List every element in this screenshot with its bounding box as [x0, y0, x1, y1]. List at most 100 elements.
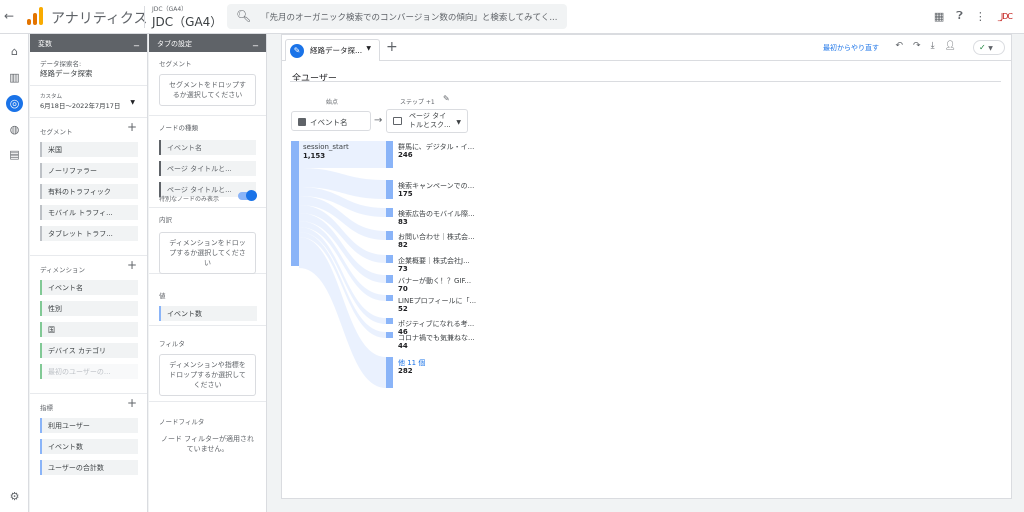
node-filter-text: ノード フィルターが適用されていません。	[160, 435, 255, 453]
step-node-label: バナーが動く！？GIF...	[398, 277, 472, 285]
values-section: 値 イベント数	[149, 274, 266, 326]
add-segment-icon[interactable]: +	[127, 120, 137, 134]
chevron-down-icon: ▼	[130, 99, 135, 106]
home-icon[interactable]: ⌂	[7, 44, 22, 59]
segment-chip[interactable]: タブレット トラフ...	[40, 226, 138, 241]
metrics-section: 指標 + 利用ユーザー イベント数 ユーザーの合計数	[30, 394, 147, 484]
step-node-value: 82	[398, 241, 408, 249]
step-node-bar[interactable]	[386, 275, 393, 283]
breakdown-section: 内訳 ディメンションをドロップするか選択してください	[149, 208, 266, 274]
step-node-bar[interactable]	[386, 208, 393, 217]
exploration-canvas: ✎ 経路データ探... ▼ + 最初からやり直す ↶ ↷ ⤓ 👤︎ ✓ ▼ 全ユ…	[281, 34, 1012, 499]
step-node-label: お問い合わせ｜株式会...	[398, 233, 475, 241]
search-input[interactable]: 🔍︎ 「先月のオーガニック検索でのコンバージョン数の傾向」と検索してみてく...	[227, 4, 567, 29]
node-type-chip[interactable]: ページ タイトルと...	[159, 161, 256, 176]
step-node-bar[interactable]	[386, 231, 393, 240]
help-icon[interactable]: ❓︎	[956, 9, 963, 23]
configure-icon[interactable]: ▤	[7, 147, 22, 162]
divider	[144, 6, 145, 28]
step-node-value: 73	[398, 265, 408, 273]
step-node-value: 44	[398, 342, 408, 350]
exploration-name-label: データ探索名:	[40, 60, 82, 68]
reports-icon[interactable]: ▥	[7, 70, 22, 85]
segment-drop-zone[interactable]: セグメントをドロップするか選択してください	[159, 74, 256, 106]
path-flows	[299, 141, 386, 388]
property-account[interactable]: JDC（GA4）	[152, 4, 187, 13]
more-vert-icon[interactable]: ⋮	[975, 10, 986, 23]
segment-comparison-section: セグメント セグメントをドロップするか選択してください	[149, 52, 266, 116]
variables-panel: 変数 _ データ探索名: 経路データ探索 カスタム 6月18日～2022年7月1…	[30, 34, 148, 512]
step-node-label: コロナ禍でも気兼ねな...	[398, 334, 475, 342]
dimension-chip[interactable]: 国	[40, 322, 138, 337]
step-node-label: 検索広告のモバイル際...	[398, 210, 475, 218]
filter-section: フィルタ ディメンションや指標をドロップするか選択してください	[149, 326, 266, 402]
metric-chip[interactable]: ユーザーの合計数	[40, 460, 138, 475]
gear-icon[interactable]: ⚙	[7, 489, 22, 504]
date-range-selector[interactable]: カスタム 6月18日～2022年7月17日 ▼	[30, 86, 147, 118]
advertising-icon[interactable]: ◍	[7, 122, 22, 137]
step-node-value: 175	[398, 190, 413, 198]
step-node-label: 企業概要｜株式会社J...	[398, 257, 470, 265]
filter-drop-zone[interactable]: ディメンションや指標をドロップするか選択してください	[159, 354, 256, 396]
explore-icon[interactable]: ◎	[6, 95, 23, 112]
node-filter-label: ノードフィルタ	[159, 418, 205, 426]
arrow-back-icon[interactable]: ←	[4, 9, 14, 23]
nav-rail: ⌂ ▥ ◎ ◍ ▤ ⚙	[0, 34, 29, 512]
tab-settings-panel: タブの設定 _ セグメント セグメントをドロップするか選択してください ノードの…	[149, 34, 267, 512]
segment-chip[interactable]: モバイル トラフィ...	[40, 205, 138, 220]
step-node-label: ポジティブになれる考...	[398, 320, 475, 328]
node-type-label: ノードの種類	[159, 124, 198, 132]
values-label: 値	[159, 292, 166, 300]
minimize-icon[interactable]: _	[134, 36, 139, 47]
breakdown-drop-zone[interactable]: ディメンションをドロップするか選択してください	[159, 232, 256, 274]
start-node-value: 1,153	[303, 152, 326, 160]
date-label: カスタム	[40, 94, 63, 100]
unique-nodes-toggle[interactable]	[238, 190, 257, 201]
variables-title: 変数	[38, 40, 52, 48]
node-type-chip[interactable]: イベント名	[159, 140, 256, 155]
step-node-bar[interactable]	[386, 295, 393, 301]
segment-chip[interactable]: ノーリファラー	[40, 163, 138, 178]
step-node-value: 83	[398, 218, 408, 226]
node-type-section: ノードの種類 イベント名 ページ タイトルと... ページ タイトルと... 特…	[149, 116, 266, 208]
start-node-label: session_start	[303, 143, 349, 151]
step-node-value: 70	[398, 285, 408, 293]
dimension-chip[interactable]: デバイス カテゴリ	[40, 343, 138, 358]
step-node-value: 246	[398, 151, 413, 159]
step-node-bar[interactable]	[386, 357, 393, 388]
unique-nodes-label: 特別なノードのみ表示	[159, 196, 220, 203]
breakdown-label: 内訳	[159, 216, 172, 224]
segments-label: セグメント	[40, 128, 73, 136]
metric-chip[interactable]: イベント数	[40, 439, 138, 454]
exploration-name[interactable]: 経路データ探索	[40, 68, 137, 79]
step-node-value: 52	[398, 305, 408, 313]
segment-chip[interactable]: 米国	[40, 142, 138, 157]
step-node-bar[interactable]	[386, 318, 393, 324]
search-placeholder: 「先月のオーガニック検索でのコンバージョン数の傾向」と検索してみてく...	[261, 13, 558, 23]
minimize-icon[interactable]: _	[253, 36, 258, 47]
segment-label: セグメント	[159, 60, 192, 68]
dimension-chip[interactable]: 最初のユーザーの...	[40, 364, 138, 379]
dimensions-section: ディメンション + イベント名 性別 国 デバイス カテゴリ 最初のユーザーの.…	[30, 256, 147, 394]
dimension-chip[interactable]: イベント名	[40, 280, 138, 295]
step-node-bar[interactable]	[386, 332, 393, 338]
top-bar: ← アナリティクス JDC（GA4） JDC（GA4） 🔍︎ 「先月のオーガニッ…	[0, 0, 1024, 34]
start-node-bar[interactable]	[291, 141, 299, 266]
node-filter-section: ノードフィルタ ノード フィルターが適用されていません。	[149, 402, 266, 462]
add-dimension-icon[interactable]: +	[127, 258, 137, 272]
step-node-bar[interactable]	[386, 255, 393, 263]
step-node-value: 282	[398, 367, 413, 375]
value-chip[interactable]: イベント数	[159, 306, 257, 321]
step-node-bar[interactable]	[386, 141, 393, 168]
apps-grid-icon[interactable]: ▦	[934, 10, 944, 23]
property-selector[interactable]: JDC（GA4）	[152, 13, 222, 30]
add-metric-icon[interactable]: +	[127, 396, 137, 410]
step-node-bar[interactable]	[386, 180, 393, 199]
brand-logo: _JDC	[997, 11, 1013, 21]
analytics-logo	[27, 7, 43, 25]
metric-chip[interactable]: 利用ユーザー	[40, 418, 138, 433]
segment-chip[interactable]: 有料のトラフィック	[40, 184, 138, 199]
variables-header: 変数 _	[30, 34, 147, 52]
dimension-chip[interactable]: 性別	[40, 301, 138, 316]
search-icon: 🔍︎	[236, 9, 252, 23]
